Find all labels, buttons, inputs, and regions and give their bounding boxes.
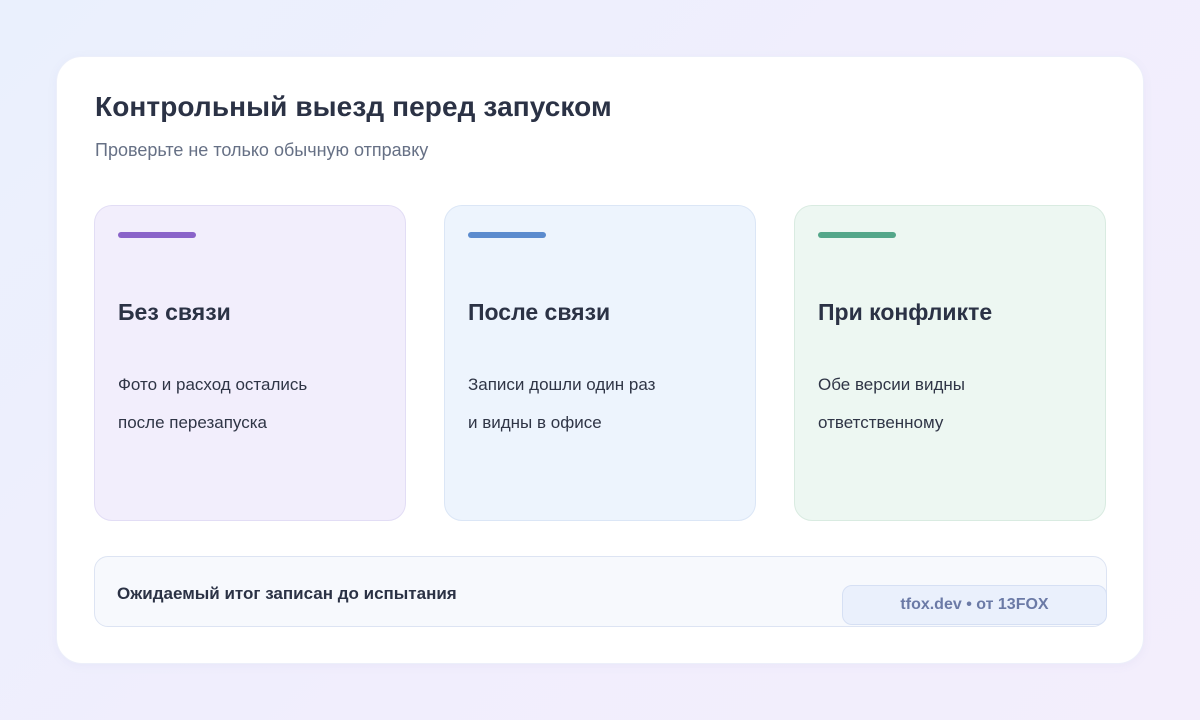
card-conflict: При конфликте Обе версии видны ответстве… bbox=[794, 205, 1106, 521]
card-description: Фото и расход остались после перезапуска bbox=[118, 366, 388, 442]
accent-bar-green bbox=[818, 232, 896, 238]
page-title: Контрольный выезд перед запуском bbox=[95, 91, 612, 122]
page-subtitle: Проверьте не только обычную отправку bbox=[95, 140, 429, 160]
card-title: При конфликте bbox=[818, 299, 993, 325]
summary-text: Ожидаемый итог записан до испытания bbox=[117, 584, 457, 603]
brand-badge: tfox.dev • от 13FOX bbox=[842, 585, 1107, 625]
main-card: Контрольный выезд перед запуском Проверь… bbox=[56, 56, 1144, 664]
card-line: и видны в офисе bbox=[468, 413, 602, 432]
card-title: Без связи bbox=[118, 299, 231, 325]
card-line: Обе версии видны bbox=[818, 375, 965, 394]
card-description: Обе версии видны ответственному bbox=[818, 366, 1088, 442]
card-line: ответственному bbox=[818, 413, 944, 432]
card-line: Записи дошли один раз bbox=[468, 375, 656, 394]
card-line: Фото и расход остались bbox=[118, 375, 308, 394]
page-frame: Контрольный выезд перед запуском Проверь… bbox=[0, 0, 1200, 720]
accent-bar-purple bbox=[118, 232, 196, 238]
card-line: после перезапуска bbox=[118, 413, 267, 432]
card-offline: Без связи Фото и расход остались после п… bbox=[94, 205, 406, 521]
summary-bar: Ожидаемый итог записан до испытания tfox… bbox=[94, 556, 1107, 627]
card-title: После связи bbox=[468, 299, 611, 325]
card-description: Записи дошли один раз и видны в офисе bbox=[468, 366, 738, 442]
card-after-connection: После связи Записи дошли один раз и видн… bbox=[444, 205, 756, 521]
accent-bar-blue bbox=[468, 232, 546, 238]
